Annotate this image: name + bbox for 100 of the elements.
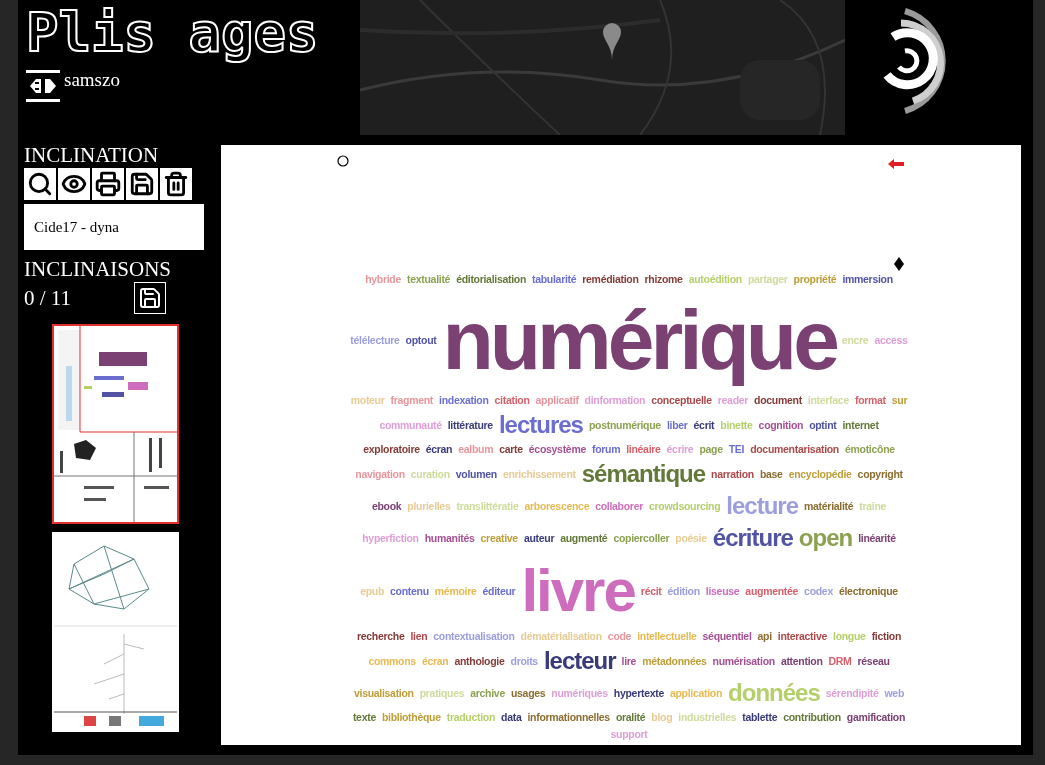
cloud-word[interactable]: lien	[410, 630, 428, 643]
cloud-word[interactable]: écosystème	[528, 443, 586, 456]
cloud-word[interactable]: code	[607, 630, 632, 643]
cloud-word[interactable]: base	[759, 467, 783, 481]
cloud-word[interactable]: page	[699, 443, 723, 456]
cloud-word[interactable]: lecteur	[543, 647, 616, 675]
cloud-word[interactable]: contribution	[783, 711, 841, 724]
cloud-word[interactable]: copiercoller	[613, 531, 670, 545]
cloud-word[interactable]: humanités	[424, 531, 475, 545]
diamond-icon[interactable]	[894, 257, 904, 271]
cloud-word[interactable]: indexation	[439, 394, 489, 407]
cloud-word[interactable]: cognition	[758, 418, 804, 432]
cloud-word[interactable]: tablette	[742, 711, 778, 724]
cloud-word[interactable]: optint	[809, 418, 837, 432]
cloud-word[interactable]: séquentiel	[702, 630, 752, 643]
circle-icon[interactable]	[337, 155, 349, 167]
cloud-word[interactable]: internet	[842, 418, 879, 432]
cloud-word[interactable]: gamification	[846, 711, 906, 724]
cloud-word[interactable]: bibliothèque	[381, 711, 441, 724]
cloud-word[interactable]: édition	[667, 584, 700, 598]
cloud-word[interactable]: api	[757, 630, 772, 643]
cloud-word[interactable]: augmenté	[560, 531, 608, 545]
cloud-word[interactable]: applicatif	[535, 394, 579, 407]
cloud-word[interactable]: hybride	[365, 273, 401, 286]
cloud-word[interactable]: anthologie	[454, 654, 505, 668]
cloud-word[interactable]: codex	[804, 584, 833, 598]
cloud-word[interactable]: support	[610, 728, 648, 741]
cloud-word[interactable]: éditorialisation	[456, 273, 526, 286]
cloud-word[interactable]: télélecture	[350, 333, 400, 347]
cloud-word[interactable]: archive	[470, 686, 505, 700]
cloud-word[interactable]: sur	[891, 394, 908, 407]
cloud-word[interactable]: recherche	[356, 630, 405, 643]
cloud-word[interactable]: open	[798, 524, 853, 552]
cloud-word[interactable]: numérisation	[712, 654, 775, 668]
cloud-word[interactable]: intellectuelle	[637, 630, 697, 643]
page-thumbnail[interactable]	[52, 324, 179, 524]
name-field[interactable]: Cide17 - dyna	[24, 204, 204, 250]
cloud-word[interactable]: liber	[666, 418, 688, 432]
cloud-word[interactable]: matérialité	[804, 499, 854, 513]
cloud-word[interactable]: creative	[480, 531, 518, 545]
cloud-word[interactable]: collaborer	[595, 499, 643, 513]
cloud-word[interactable]: linéarité	[858, 531, 896, 545]
cloud-word[interactable]: lire	[621, 654, 637, 668]
cloud-word[interactable]: document	[754, 394, 802, 407]
cloud-word[interactable]: narration	[711, 467, 754, 481]
cloud-word[interactable]: hyperfiction	[362, 531, 419, 545]
trash-button[interactable]	[160, 168, 192, 200]
cloud-word[interactable]: propriété	[793, 273, 837, 286]
cloud-word[interactable]: écran	[425, 443, 453, 456]
cloud-word[interactable]: DRM	[828, 654, 852, 668]
cloud-word[interactable]: métadonnées	[642, 654, 707, 668]
cloud-word[interactable]: récit	[640, 584, 662, 598]
printer-button[interactable]	[92, 168, 124, 200]
cloud-word[interactable]: web	[884, 686, 904, 700]
cloud-word[interactable]: électronique	[838, 584, 898, 598]
cloud-word[interactable]: réseau	[857, 654, 890, 668]
cloud-word[interactable]: liseuse	[705, 584, 740, 598]
cloud-word[interactable]: attention	[780, 654, 823, 668]
cloud-word[interactable]: reader	[717, 394, 749, 407]
eye-button[interactable]	[58, 168, 90, 200]
cloud-word[interactable]: documentarisation	[750, 443, 839, 456]
cloud-word[interactable]: format	[854, 394, 886, 407]
cloud-word[interactable]: volumen	[455, 467, 497, 481]
cloud-word[interactable]: ebook	[371, 499, 402, 513]
cloud-word[interactable]: contenu	[390, 584, 429, 598]
search-button[interactable]	[24, 168, 56, 200]
cloud-word[interactable]: postnumérique	[588, 418, 661, 432]
cloud-word[interactable]: communauté	[379, 418, 442, 432]
plug-icon[interactable]	[26, 70, 60, 102]
cloud-word[interactable]: visualisation	[353, 686, 414, 700]
cloud-word[interactable]: émoticône	[845, 443, 895, 456]
cloud-word[interactable]: copyright	[857, 467, 903, 481]
cloud-word[interactable]: usages	[510, 686, 546, 700]
floppy-button[interactable]	[134, 282, 166, 314]
cloud-word[interactable]: conceptuelle	[651, 394, 712, 407]
cloud-word[interactable]: TEI	[728, 443, 745, 456]
cloud-word[interactable]: oralité	[615, 711, 646, 724]
cloud-word[interactable]: texte	[352, 711, 376, 724]
cloud-word[interactable]: remédiation	[582, 273, 639, 286]
cloud-word[interactable]: lecture	[726, 492, 799, 520]
cloud-word[interactable]: dinformation	[584, 394, 646, 407]
cloud-word[interactable]: application	[669, 686, 723, 700]
cloud-word[interactable]: exploratoire	[363, 443, 420, 456]
cloud-word[interactable]: optout	[405, 333, 437, 347]
cloud-word[interactable]: fiction	[871, 630, 902, 643]
cloud-word[interactable]: rhizome	[644, 273, 683, 286]
cloud-word[interactable]: livre	[521, 556, 635, 626]
cloud-word[interactable]: écriture	[712, 524, 793, 552]
cloud-word[interactable]: contextualisation	[433, 630, 515, 643]
cloud-word[interactable]: ealbum	[458, 443, 494, 456]
cloud-word[interactable]: sérendipité	[825, 686, 879, 700]
cloud-word[interactable]: arborescence	[524, 499, 590, 513]
cloud-word[interactable]: forum	[591, 443, 621, 456]
cloud-word[interactable]: informationnelles	[527, 711, 610, 724]
cloud-word[interactable]: mémoire	[434, 584, 477, 598]
cloud-word[interactable]: encyclopédie	[788, 467, 852, 481]
cloud-word[interactable]: data	[501, 711, 522, 724]
cloud-word[interactable]: textualité	[407, 273, 451, 286]
cloud-word[interactable]: écran	[421, 654, 449, 668]
cloud-word[interactable]: fragment	[390, 394, 434, 407]
